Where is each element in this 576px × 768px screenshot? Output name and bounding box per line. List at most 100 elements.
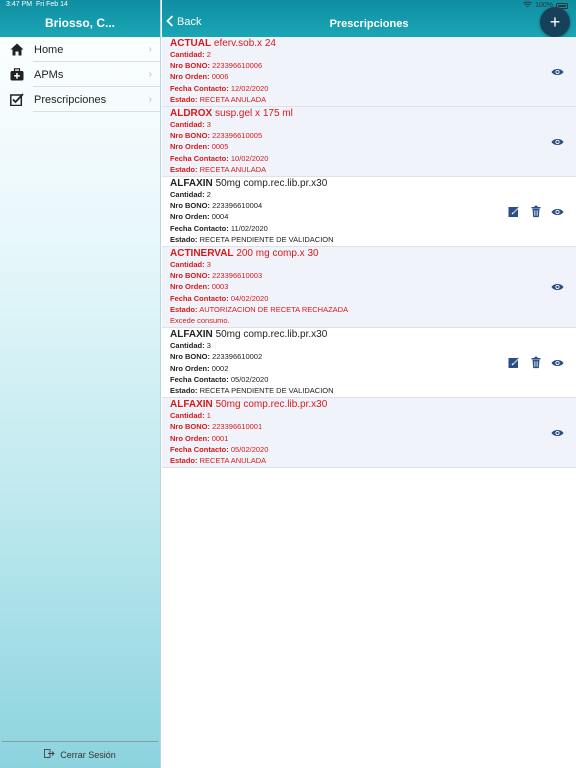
field-cantidad: Cantidad: 3 <box>170 259 576 270</box>
field-label: Estado: <box>170 234 198 244</box>
edit-check-icon <box>10 93 24 107</box>
prescription-row[interactable]: ALFAXIN 50mg comp.rec.lib.pr.x30 Cantidad… <box>162 328 576 399</box>
drug-name: ACTUAL <box>170 38 212 49</box>
field-value: RECETA ANULADA <box>199 94 267 104</box>
field-label: Nro BONO: <box>170 131 210 141</box>
edit-icon[interactable] <box>507 356 520 369</box>
field-bono: Nro BONO: 223396610006 <box>170 60 576 71</box>
field-fecha: Fecha Contacto: 04/02/2020 <box>170 293 576 304</box>
main-panel: Back Prescripciones + ACTUAL eferv.sob.x… <box>162 0 576 768</box>
field-estado: Estado: RECETA ANULADA <box>170 455 576 466</box>
prescription-title: ACTINERVAL 200 mg comp.x 30 <box>170 248 576 259</box>
sidebar: Briosso, C... Home › APMs › Prescripcion… <box>0 0 161 768</box>
field-label: Cantidad: <box>170 260 205 270</box>
row-actions <box>507 356 564 369</box>
page-title: Prescripciones <box>329 18 409 30</box>
field-cantidad: Cantidad: 2 <box>170 189 576 200</box>
field-estado: Estado: RECETA ANULADA <box>170 164 576 175</box>
field-value: 05/02/2020 <box>230 374 269 384</box>
drug-detail: 200 mg comp.x 30 <box>236 248 319 260</box>
sidebar-item-label: APMs <box>34 68 64 81</box>
field-cantidad: Cantidad: 1 <box>170 410 576 421</box>
field-fecha: Fecha Contacto: 12/02/2020 <box>170 83 576 94</box>
trash-icon[interactable] <box>529 205 542 218</box>
field-value: 0001 <box>211 433 229 443</box>
status-time: 3:47 PM <box>6 1 33 8</box>
add-prescription-button[interactable]: + <box>540 7 570 37</box>
field-label: Estado: <box>170 456 198 466</box>
prescription-title: ALFAXIN 50mg comp.rec.lib.pr.x30 <box>170 399 576 410</box>
drug-detail: susp.gel x 175 ml <box>215 108 293 120</box>
drug-detail: 50mg comp.rec.lib.pr.x30 <box>215 399 328 411</box>
field-label: Cantidad: <box>170 190 205 200</box>
field-value: 3 <box>206 341 211 351</box>
field-label: Fecha Contacto: <box>170 153 229 163</box>
prescription-title: ALFAXIN 50mg comp.rec.lib.pr.x30 <box>170 178 576 189</box>
field-note: Excede consumo. <box>170 316 230 326</box>
drug-name: ALFAXIN <box>170 178 213 190</box>
logout-icon <box>44 749 55 761</box>
eye-icon[interactable] <box>551 426 564 439</box>
prescription-row[interactable]: ALFAXIN 50mg comp.rec.lib.pr.x30 Cantidad… <box>162 177 576 248</box>
prescription-row[interactable]: ALFAXIN 50mg comp.rec.lib.pr.x30 Cantidad… <box>162 398 576 469</box>
eye-icon[interactable] <box>551 135 564 148</box>
field-value: 3 <box>206 260 211 270</box>
field-cantidad: Cantidad: 2 <box>170 49 576 60</box>
row-actions <box>551 135 564 148</box>
wifi-icon <box>523 1 532 10</box>
battery-icon <box>556 2 568 9</box>
field-label: Nro Orden: <box>170 72 210 82</box>
field-label: Fecha Contacto: <box>170 223 229 233</box>
row-actions <box>507 205 564 218</box>
trash-icon[interactable] <box>529 356 542 369</box>
prescription-row[interactable]: ALDROX susp.gel x 175 ml Cantidad: 3 Nro B… <box>162 107 576 178</box>
status-date: Fri Feb 14 <box>36 1 68 8</box>
field-fecha: Fecha Contacto: 05/02/2020 <box>170 374 576 385</box>
drug-detail: eferv.sob.x 24 <box>213 38 276 49</box>
drug-detail: 50mg comp.rec.lib.pr.x30 <box>215 329 328 341</box>
eye-icon[interactable] <box>551 281 564 294</box>
field-label: Nro Orden: <box>170 433 210 443</box>
edit-icon[interactable] <box>507 205 520 218</box>
sidebar-item-prescripciones[interactable]: Prescripciones › <box>0 87 160 112</box>
status-right: 100% <box>523 1 568 10</box>
prescription-row[interactable]: ACTUAL eferv.sob.x 24 Cantidad: 2 Nro BONO… <box>162 37 576 108</box>
field-label: Nro Orden: <box>170 363 210 373</box>
field-value: 1 <box>206 411 211 421</box>
eye-icon[interactable] <box>551 356 564 369</box>
prescription-title: ALDROX susp.gel x 175 ml <box>170 108 576 119</box>
field-value: 0006 <box>211 72 229 82</box>
field-orden: Nro Orden: 0001 <box>170 433 576 444</box>
field-label: Fecha Contacto: <box>170 374 229 384</box>
battery-percent: 100% <box>535 2 553 9</box>
field-value: 2 <box>206 190 211 200</box>
sidebar-item-home[interactable]: Home › <box>0 37 160 62</box>
field-value: RECETA ANULADA <box>199 456 267 466</box>
eye-icon[interactable] <box>551 65 564 78</box>
logout-button[interactable]: Cerrar Sesión <box>2 741 158 768</box>
field-bono: Nro BONO: 223396610005 <box>170 130 576 141</box>
field-estado: Estado: RECETA PENDIENTE DE VALIDACION <box>170 234 576 245</box>
prescription-row[interactable]: ACTINERVAL 200 mg comp.x 30 Cantidad: 3 Nr… <box>162 247 576 329</box>
eye-icon[interactable] <box>551 205 564 218</box>
field-value: 2 <box>206 50 211 59</box>
drug-name: ALFAXIN <box>170 399 213 411</box>
drug-name: ACTINERVAL <box>170 248 234 260</box>
field-value: 0005 <box>211 142 229 152</box>
field-label: Cantidad: <box>170 411 205 421</box>
field-label: Fecha Contacto: <box>170 293 229 303</box>
field-cantidad: Cantidad: 3 <box>170 340 576 351</box>
field-value: 12/02/2020 <box>230 83 269 93</box>
chevron-right-icon: › <box>148 44 152 55</box>
field-value: AUTORIZACION DE RECETA RECHAZADA <box>199 304 349 314</box>
field-orden: Nro Orden: 0003 <box>170 281 576 292</box>
field-orden: Nro Orden: 0006 <box>170 71 576 82</box>
drug-name: ALDROX <box>170 108 213 120</box>
chevron-right-icon: › <box>148 94 152 105</box>
field-value: 3 <box>206 120 211 130</box>
field-value: 11/02/2020 <box>230 223 268 233</box>
sidebar-item-apms[interactable]: APMs › <box>0 62 160 87</box>
chevron-right-icon: › <box>148 69 152 80</box>
field-label: Fecha Contacto: <box>170 444 229 454</box>
medical-kit-icon <box>10 68 24 82</box>
